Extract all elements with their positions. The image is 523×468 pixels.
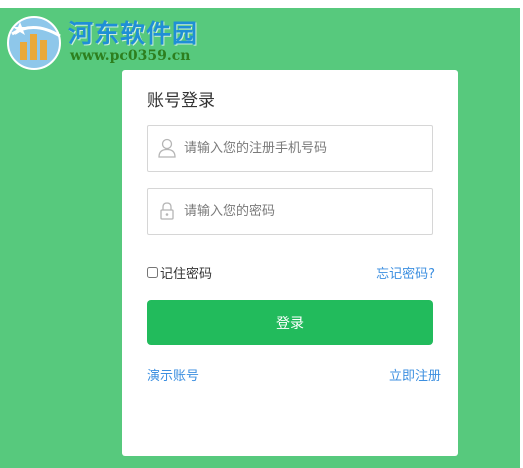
remember-checkbox[interactable] — [147, 267, 158, 278]
password-input[interactable] — [184, 189, 424, 234]
phone-field — [147, 125, 433, 172]
forgot-password-link[interactable]: 忘记密码? — [376, 263, 435, 282]
watermark-title: 河东软件园 — [68, 19, 199, 48]
watermark-url: www.pc0359.cn — [70, 48, 191, 64]
register-link[interactable]: 立即注册 — [389, 365, 441, 384]
user-icon — [158, 138, 176, 158]
watermark: 河东软件园 www.pc0359.cn — [6, 8, 246, 70]
lock-icon — [160, 202, 174, 220]
password-field — [147, 188, 433, 235]
login-title: 账号登录 — [147, 91, 215, 111]
watermark-logo-icon — [7, 16, 61, 70]
remember-password[interactable]: 记住密码 — [147, 263, 212, 282]
demo-account-link[interactable]: 演示账号 — [147, 365, 199, 384]
login-button[interactable]: 登录 — [147, 300, 433, 345]
remember-label: 记住密码 — [160, 267, 213, 282]
login-card: 账号登录 记住密码 忘记密码? 登录 演示账号 立即注册 — [122, 70, 458, 456]
phone-input[interactable] — [184, 126, 424, 171]
